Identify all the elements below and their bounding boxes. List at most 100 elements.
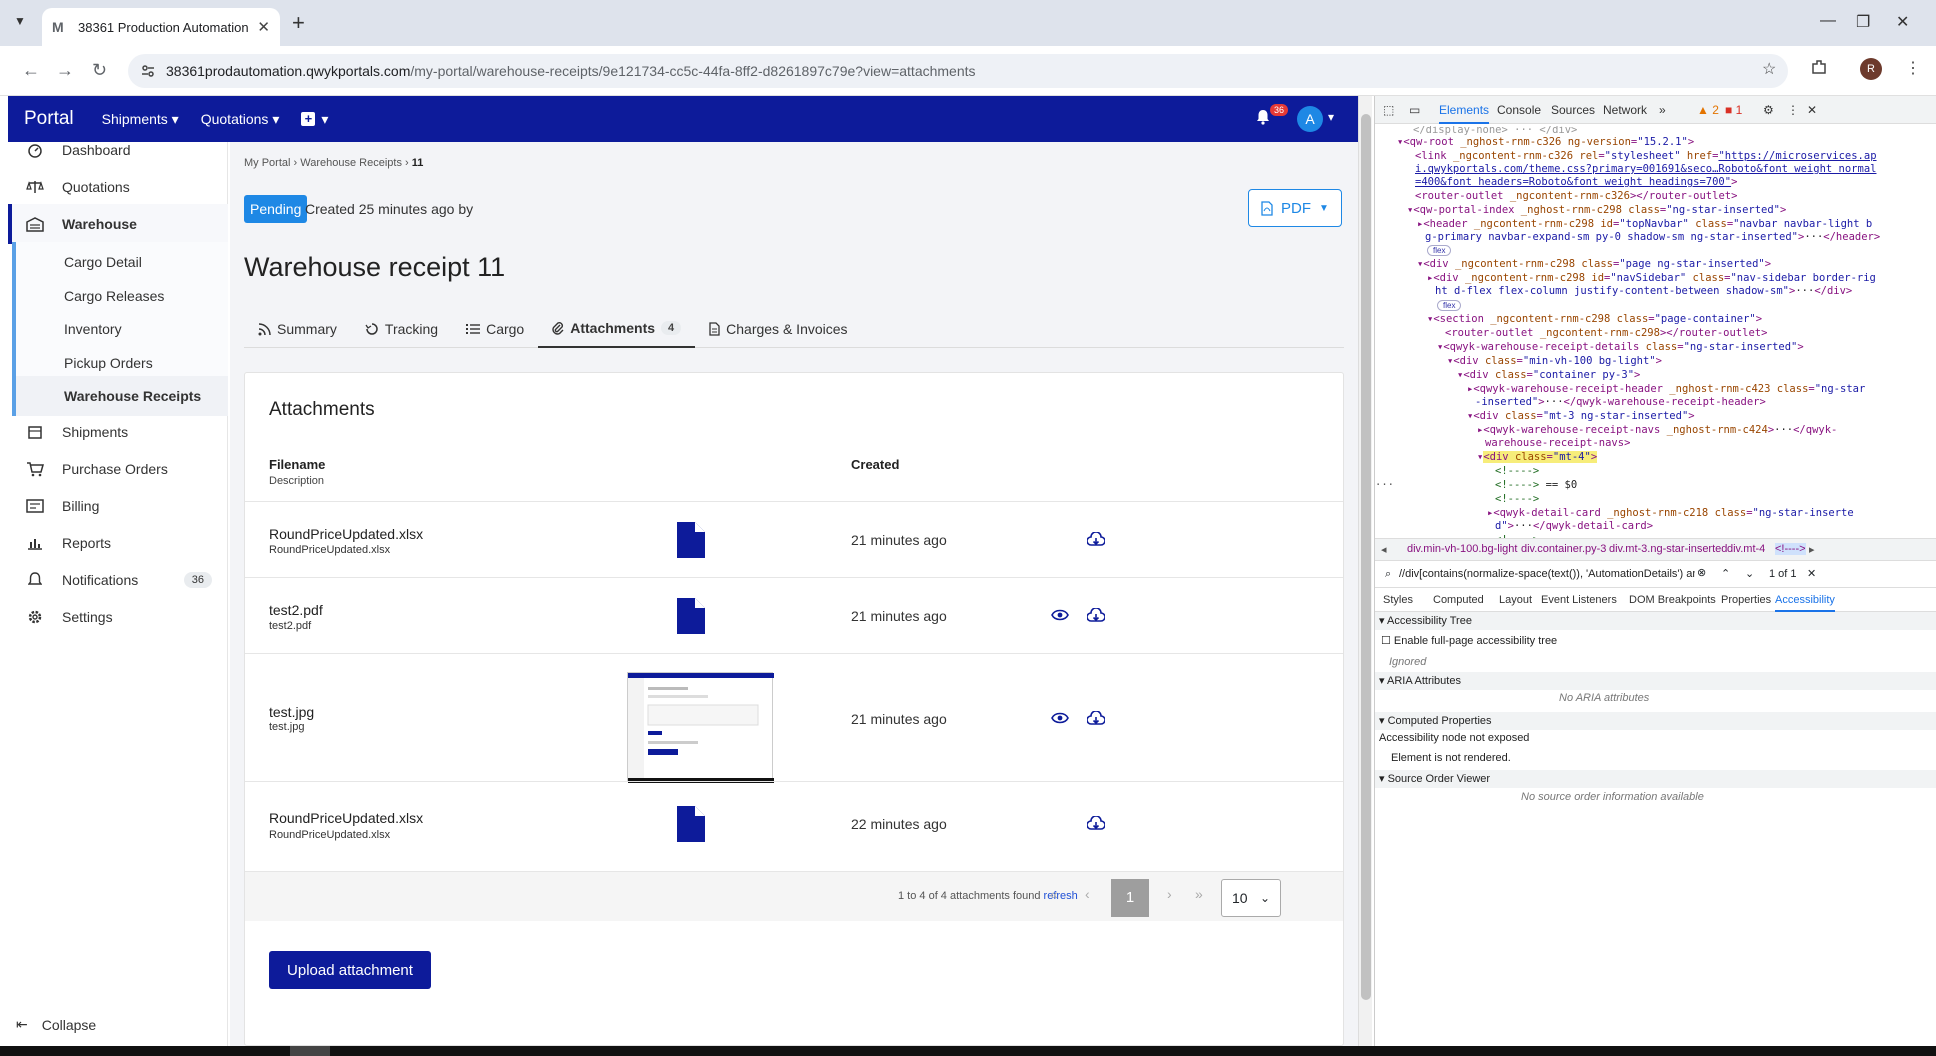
sidebar-item-quotations[interactable]: Quotations <box>8 167 228 207</box>
crumb-scroll-left-icon[interactable]: ◂ <box>1381 543 1387 556</box>
create-new-button[interactable]: + ▾ <box>301 111 328 128</box>
pane-tab-styles[interactable]: Styles <box>1383 594 1413 606</box>
browser-tab[interactable]: M 38361 Production Automation ✕ <box>42 8 280 46</box>
sidebar-item-settings[interactable]: Settings <box>8 597 228 637</box>
close-tab-icon[interactable]: ✕ <box>257 18 270 36</box>
forward-icon[interactable]: → <box>56 60 74 81</box>
tab-summary[interactable]: Summary <box>244 310 351 348</box>
page-size-select[interactable]: 10 ⌄ <box>1221 879 1281 917</box>
breadcrumb-mid[interactable]: Warehouse Receipts <box>300 157 402 169</box>
bell-icon[interactable] <box>1256 109 1270 125</box>
page-scrollbar[interactable] <box>1358 96 1372 1046</box>
aria-attrs-section[interactable]: ▾ ARIA Attributes <box>1375 672 1936 690</box>
crumb-scroll-right-icon[interactable]: ▸ <box>1809 543 1815 556</box>
sidebar-item-notifications[interactable]: Notifications 36 <box>8 560 228 600</box>
close-window-icon[interactable]: ✕ <box>1896 12 1909 32</box>
sidebar-item-warehouse[interactable]: Warehouse <box>8 204 228 244</box>
browser-menu-icon[interactable]: ⋮ <box>1905 58 1921 78</box>
pane-tab-dom-breakpoints[interactable]: DOM Breakpoints <box>1629 594 1716 606</box>
devtools-menu-icon[interactable]: ⋮ <box>1787 103 1799 117</box>
dom-crumb[interactable]: div.mt-4 <box>1727 543 1765 555</box>
devtools-tab-console[interactable]: Console <box>1497 103 1541 117</box>
acc-tree-section[interactable]: ▾ Accessibility Tree <box>1375 612 1936 630</box>
clear-search-icon[interactable]: ⊗ <box>1697 566 1706 579</box>
devtools-tab-sources[interactable]: Sources <box>1551 103 1595 117</box>
last-page-icon[interactable]: » <box>1195 886 1203 902</box>
profile-avatar[interactable]: R <box>1860 58 1882 80</box>
download-icon[interactable] <box>1087 711 1105 727</box>
tab-tracking[interactable]: Tracking <box>351 310 452 348</box>
devtools-tab-elements[interactable]: Elements <box>1439 103 1490 124</box>
nav-quotations[interactable]: Quotations ▾ <box>201 111 280 128</box>
dom-crumb[interactable]: div.mt-3.ng-star-inserted <box>1609 543 1727 555</box>
collapse-sidebar-button[interactable]: ⇤ Collapse <box>16 1016 96 1033</box>
sidebar-item-dashboard[interactable]: Dashboard <box>8 130 228 170</box>
breadcrumb-root[interactable]: My Portal <box>244 157 290 169</box>
pane-tab-accessibility[interactable]: Accessibility <box>1775 594 1835 612</box>
download-icon[interactable] <box>1087 532 1105 548</box>
tab-attachments[interactable]: Attachments 4 <box>538 310 696 348</box>
chevron-down-icon[interactable]: ▾ <box>1328 110 1334 124</box>
pdf-dropdown-button[interactable]: PDF ▼ <box>1248 189 1342 227</box>
site-info-icon[interactable] <box>140 63 156 79</box>
sidebar-item-shipments[interactable]: Shipments <box>8 412 228 452</box>
taskbar-button[interactable] <box>290 1046 330 1056</box>
restore-icon[interactable]: ❐ <box>1856 12 1870 32</box>
dom-search-input[interactable]: //div[contains(normalize-space(text()), … <box>1399 568 1695 580</box>
search-result-count: 1 of 1 <box>1769 568 1797 580</box>
computed-props-section[interactable]: ▾ Computed Properties <box>1375 712 1936 730</box>
pane-tab-layout[interactable]: Layout <box>1499 594 1532 606</box>
tab-search-icon[interactable]: ▼ <box>14 14 26 28</box>
source-order-section[interactable]: ▾ Source Order Viewer <box>1375 770 1936 788</box>
sidebar-item-purchase-orders[interactable]: Purchase Orders <box>8 449 228 489</box>
close-search-icon[interactable]: ✕ <box>1807 567 1816 580</box>
minimize-icon[interactable]: — <box>1820 12 1836 30</box>
current-page-button[interactable]: 1 <box>1111 879 1149 917</box>
scrollbar-thumb[interactable] <box>1361 114 1371 1000</box>
sidebar-item-billing[interactable]: Billing <box>8 486 228 526</box>
enable-full-tree-checkbox[interactable]: ☐ Enable full-page accessibility tree <box>1381 634 1557 647</box>
image-thumbnail[interactable] <box>627 672 774 783</box>
extensions-icon[interactable] <box>1810 58 1828 76</box>
dom-crumb[interactable]: div.min-vh-100.bg-light <box>1407 543 1517 555</box>
search-next-icon[interactable]: ⌄ <box>1745 567 1754 580</box>
first-page-icon[interactable]: « <box>1050 886 1058 902</box>
inspect-icon[interactable]: ⬚ <box>1383 103 1394 117</box>
upload-attachment-button[interactable]: Upload attachment <box>269 951 431 989</box>
dom-crumb[interactable]: div.container.py-3 <box>1521 543 1606 555</box>
device-toolbar-icon[interactable]: ▭ <box>1409 103 1420 117</box>
search-prev-icon[interactable]: ⌃ <box>1721 567 1730 580</box>
brand-logo[interactable]: Portal <box>24 108 74 130</box>
pane-tab-event-listeners[interactable]: Event Listeners <box>1541 594 1617 606</box>
rss-icon <box>258 322 271 336</box>
devtools-tab-network[interactable]: Network <box>1603 103 1647 117</box>
eye-icon[interactable] <box>1051 609 1069 621</box>
acc-ignored: Ignored <box>1389 656 1427 668</box>
tab-cargo[interactable]: Cargo <box>452 310 538 348</box>
warnings-count[interactable]: ▲ 2 <box>1697 103 1719 117</box>
back-icon[interactable]: ← <box>22 60 40 81</box>
pane-tab-computed[interactable]: Computed <box>1433 594 1484 606</box>
download-icon[interactable] <box>1087 816 1105 832</box>
dom-tree[interactable]: </display-none> ··· </div> ▾<qw-root _ng… <box>1375 126 1923 566</box>
eye-icon[interactable] <box>1051 712 1069 724</box>
errors-count[interactable]: ■ 1 <box>1725 103 1742 117</box>
dom-crumb-active[interactable]: <!----> <box>1775 543 1806 555</box>
download-icon[interactable] <box>1087 608 1105 624</box>
next-page-icon[interactable]: › <box>1167 886 1172 902</box>
more-tabs-icon[interactable]: » <box>1659 103 1666 117</box>
user-avatar[interactable]: A <box>1297 106 1323 132</box>
sidebar-subitem-warehouse-receipts[interactable]: Warehouse Receipts <box>12 376 228 416</box>
settings-gear-icon[interactable]: ⚙ <box>1763 103 1774 117</box>
nav-shipments[interactable]: Shipments ▾ <box>102 111 179 128</box>
refresh-link[interactable]: refresh <box>1044 890 1078 902</box>
tab-charges-invoices[interactable]: Charges & Invoices <box>695 310 861 348</box>
sidebar-item-reports[interactable]: Reports <box>8 523 228 563</box>
new-tab-icon[interactable]: + <box>292 10 305 36</box>
devtools-close-icon[interactable]: ✕ <box>1807 103 1817 117</box>
pane-tab-properties[interactable]: Properties <box>1721 594 1771 606</box>
bookmark-star-icon[interactable]: ☆ <box>1762 59 1776 79</box>
address-bar[interactable]: 38361prodautomation.qwykportals.com/my-p… <box>128 54 1788 88</box>
reload-icon[interactable]: ↻ <box>92 60 107 81</box>
prev-page-icon[interactable]: ‹ <box>1085 886 1090 902</box>
